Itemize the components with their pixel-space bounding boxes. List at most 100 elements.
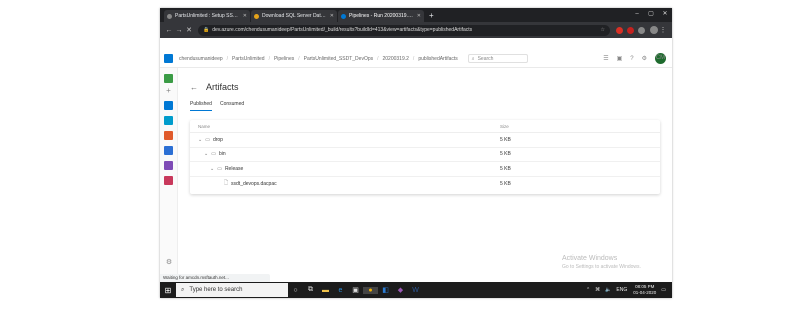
clock-date: 01-04-2020 [633, 290, 657, 295]
extension-icon[interactable] [616, 26, 623, 34]
row-size: 5 KB [500, 136, 511, 143]
chevron-up-icon[interactable]: ⌃ [586, 287, 590, 293]
breadcrumb-item[interactable]: chendusumanideep [179, 56, 223, 62]
chevron-down-icon[interactable]: ⌄ [204, 151, 208, 157]
row-name: drop [212, 136, 223, 143]
table-row[interactable]: ⌄ ▭ bin 5 KB [190, 148, 660, 162]
table-header: Name Size [190, 120, 660, 133]
browser-tab[interactable]: Download SQL Server Data Tools ✕ [251, 10, 337, 22]
store-icon[interactable]: ▣ [348, 286, 363, 294]
windows-start-icon[interactable]: ⊞ [160, 286, 176, 295]
star-icon[interactable]: ☆ [601, 27, 605, 33]
word-icon[interactable]: W [408, 287, 423, 294]
profile-icon[interactable] [650, 26, 658, 34]
clock[interactable]: 08:05 PM 01-04-2020 [633, 284, 656, 296]
breadcrumb-item[interactable]: PartsUnlimited_SSDT_DevOps [304, 56, 373, 62]
artifacts-icon[interactable] [164, 176, 173, 185]
page-title: Artifacts [206, 82, 239, 92]
azure-devops-icon [341, 13, 346, 19]
lock-icon: 🔒 [203, 27, 210, 33]
taskbar-search-placeholder: Type here to search [189, 287, 243, 293]
close-icon[interactable]: ✕ [417, 13, 421, 19]
browser-tab[interactable]: PartsUnlimited : Setup SSDT and ✕ [164, 10, 250, 22]
pipelines-icon[interactable] [164, 146, 173, 155]
table-row[interactable]: 🗋 ssdt_devops.dacpac 5 KB [190, 177, 660, 192]
test-plans-icon[interactable] [164, 161, 173, 170]
forward-icon[interactable]: → [174, 27, 184, 34]
boards-icon[interactable] [164, 116, 173, 125]
ado-header: chendusumanideep / PartsUnlimited / Pipeli… [160, 50, 672, 68]
taskbar-search-input[interactable]: ⌕ Type here to search [176, 283, 288, 297]
close-window-icon[interactable]: ✕ [658, 8, 672, 20]
avatar[interactable]: CM [655, 53, 666, 64]
edge-icon[interactable]: e [333, 287, 348, 294]
window-controls: – ▢ ✕ [630, 8, 672, 20]
chevron-down-icon[interactable]: ⌄ [198, 137, 202, 143]
main-content: ← Artifacts Published Consumed Name Size… [184, 68, 664, 278]
minimize-icon[interactable]: – [630, 8, 644, 20]
row-size: 5 KB [500, 165, 511, 172]
new-tab-button[interactable]: + [425, 10, 438, 22]
folder-icon: ▭ [217, 165, 222, 172]
table-row[interactable]: ⌄ ▭ Release 5 KB [190, 162, 660, 177]
cortana-icon[interactable]: ○ [288, 287, 303, 294]
project-icon[interactable] [164, 74, 173, 83]
tab-title: PartsUnlimited : Setup SSDT and [175, 13, 241, 19]
search-icon: ⌕ [181, 286, 185, 293]
column-header-size[interactable]: Size [500, 124, 560, 129]
browser-tab-active[interactable]: Pipelines - Run 20200319.2 artif ✕ [338, 10, 424, 22]
extension-icon[interactable] [638, 26, 645, 34]
settings-icon[interactable]: ⚙ [160, 258, 178, 266]
language-indicator[interactable]: ENG [616, 287, 627, 293]
chrome-icon[interactable]: ● [363, 286, 378, 294]
task-view-icon[interactable]: ⧉ [303, 286, 318, 294]
outlook-icon[interactable]: ◧ [378, 286, 393, 294]
repos-icon[interactable] [164, 131, 173, 140]
back-icon[interactable]: ← [164, 27, 174, 34]
network-icon[interactable]: ⌘ [595, 287, 600, 293]
tab-published[interactable]: Published [190, 101, 212, 111]
close-icon[interactable]: ✕ [243, 13, 247, 19]
tab-consumed[interactable]: Consumed [220, 101, 244, 111]
extension-icon[interactable] [627, 26, 634, 34]
activate-windows-watermark: Activate Windows Go to Settings to activ… [562, 254, 641, 272]
help-icon[interactable]: ? [630, 56, 633, 62]
artifact-tabs: Published Consumed [190, 101, 252, 111]
system-tray: ⌃ ⌘ 🔈 ENG 08:05 PM 01-04-2020 ▭ [581, 284, 672, 296]
title-row: ← Artifacts [190, 82, 239, 92]
azure-devops-logo-icon[interactable] [164, 54, 173, 63]
search-placeholder: Search [477, 55, 494, 62]
url-text: dev.azure.com/chendusumanideep/PartsUnli… [212, 27, 473, 33]
back-arrow-icon[interactable]: ← [190, 83, 198, 92]
github-icon [167, 13, 172, 19]
row-size: 5 KB [500, 180, 511, 187]
list-icon[interactable]: ☰ [603, 55, 608, 62]
menu-icon[interactable]: ⋮ [658, 26, 668, 34]
overview-icon[interactable] [164, 101, 173, 110]
marketplace-icon[interactable]: ▣ [617, 55, 623, 62]
reload-icon[interactable]: ✕ [184, 26, 194, 34]
url-input[interactable]: 🔒 dev.azure.com/chendusumanideep/PartsUn… [198, 24, 610, 36]
table-row[interactable]: ⌄ ▭ drop 5 KB [190, 133, 660, 148]
breadcrumb-item[interactable]: PartsUnlimited [232, 56, 265, 62]
name-cell: ⌄ ▭ drop [198, 137, 500, 143]
sidebar: + ⚙ [160, 68, 178, 278]
file-explorer-icon[interactable]: ▬ [318, 287, 333, 294]
breadcrumb-item[interactable]: Pipelines [274, 56, 294, 62]
notification-icon[interactable]: ▭ [661, 287, 666, 293]
close-icon[interactable]: ✕ [330, 13, 334, 19]
user-settings-icon[interactable]: ⚙ [642, 55, 647, 62]
address-bar-row: ← → ✕ 🔒 dev.azure.com/chendusumanideep/P… [160, 22, 672, 38]
breadcrumb-item[interactable]: publishedArtifacts [418, 56, 457, 62]
breadcrumb-item[interactable]: 20200319.2 [383, 56, 409, 62]
folder-icon: ▭ [211, 151, 216, 158]
watermark-title: Activate Windows [562, 255, 618, 262]
chevron-down-icon[interactable]: ⌄ [210, 166, 214, 172]
maximize-icon[interactable]: ▢ [644, 8, 658, 20]
file-icon: 🗋 [224, 179, 229, 186]
volume-icon[interactable]: 🔈 [605, 287, 611, 293]
visual-studio-icon[interactable]: ◆ [393, 286, 408, 294]
column-header-name[interactable]: Name [198, 124, 500, 129]
add-icon[interactable]: + [160, 86, 177, 95]
search-input[interactable]: ⌕ Search [467, 54, 528, 63]
